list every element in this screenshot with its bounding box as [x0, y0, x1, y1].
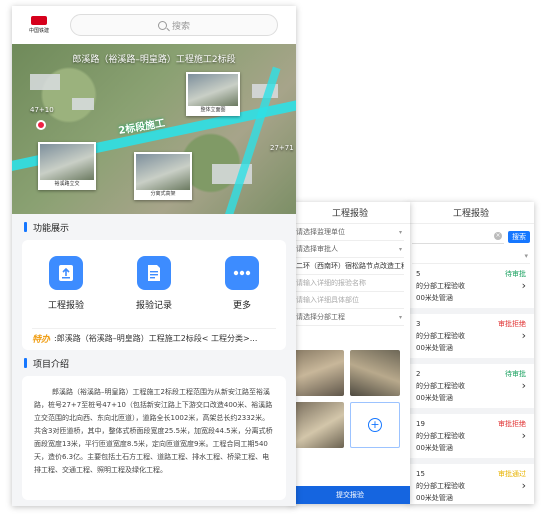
item-location: 00米处管涵 — [416, 294, 453, 302]
project-rendering-banner[interactable]: 郎溪路（裕溪路–明皇路）工程施工2标段 2标段施工 47+10 27+71 整体… — [12, 44, 296, 214]
submission-form-screen: 工程报验 请选择监理单位 ▾ 请选择审批人 ▾ 二环（西南环）宿松路节点改造工程 请输入详… — [290, 202, 410, 504]
form-field-text: 二环（西南环）宿松路节点改造工程 — [296, 262, 404, 270]
submit-button[interactable]: 提交报验 — [290, 486, 410, 504]
search-input[interactable]: 搜索 — [70, 14, 278, 36]
form-field-text: 请选择分部工程 — [296, 313, 345, 321]
home-screen: 中国铁建 搜索 郎溪路（裕溪路–明皇路）工程施工2标段 2标段施工 47+10 … — [12, 6, 296, 506]
chevron-right-icon: › — [521, 329, 526, 342]
chevron-down-icon: ▾ — [398, 245, 402, 253]
function-label: 工程报验 — [47, 301, 84, 311]
form-field[interactable]: 二环（西南环）宿松路节点改造工程 — [296, 258, 404, 275]
functions-title: 功能展示 — [33, 223, 70, 234]
function-more[interactable]: 更多 — [210, 256, 274, 311]
photo-grid: + — [294, 350, 404, 448]
list-search-bar: × 搜索 — [412, 228, 530, 246]
functions-section-header: 功能展示 — [12, 214, 296, 240]
document-icon — [137, 256, 171, 290]
form-field-text: 请选择监理单位 — [296, 228, 345, 236]
banner-title: 郎溪路（裕溪路–明皇路）工程施工2标段 — [72, 55, 236, 65]
form-field[interactable]: 请选择监理单位 ▾ — [296, 224, 404, 241]
item-title: 的分部工程验收 — [416, 482, 465, 490]
plus-icon: + — [368, 418, 382, 432]
record-list-screen: 工程报验 × 搜索 ▾ 5 的分部工程验收 00米处管涵 待审批 › 3 的分部工程验收 00… — [408, 202, 534, 504]
stake-left: 47+10 — [30, 106, 54, 114]
form-field-text: 请选择审批人 — [296, 245, 338, 253]
functions-card: 工程报验 报验记录 更多 特办 :郎溪路（裕溪路–明皇路）工程施工2标段< 工程… — [22, 240, 286, 350]
logo-mark — [31, 16, 47, 25]
function-label: 报验记录 — [135, 301, 172, 311]
chevron-right-icon: › — [521, 429, 526, 442]
list-title: 工程报验 — [408, 202, 534, 224]
list-item[interactable]: 2 的分部工程验收 00米处管涵 待审批 › — [408, 364, 534, 414]
list-search-input[interactable]: × — [412, 230, 504, 244]
thumbnail-caption: 分离式高架 — [150, 191, 176, 197]
form-field[interactable]: 请输入详细具体部位 — [296, 292, 404, 309]
clear-icon[interactable]: × — [494, 232, 502, 240]
search-icon — [157, 20, 167, 30]
intro-title: 项目介绍 — [33, 359, 70, 370]
list-search-button[interactable]: 搜索 — [508, 231, 530, 243]
form-field[interactable]: 请选择分部工程 ▾ — [296, 309, 404, 326]
thumbnail-card[interactable]: 分离式高架 — [134, 152, 192, 200]
item-title: 的分部工程验收 — [416, 382, 465, 390]
list-item[interactable]: 3 的分部工程验收 00米处管涵 审批拒绝 › — [408, 314, 534, 364]
intro-section-header: 项目介绍 — [12, 350, 296, 376]
search-placeholder: 搜索 — [171, 21, 190, 32]
thumbnail-caption: 整体立面图 — [200, 107, 226, 113]
item-location: 00米处管涵 — [416, 494, 453, 502]
item-title: 的分部工程验收 — [416, 282, 465, 290]
function-inspection-records[interactable]: 报验记录 — [122, 256, 186, 311]
item-location: 00米处管涵 — [416, 344, 453, 352]
form-title: 工程报验 — [290, 202, 410, 224]
site-photo[interactable] — [294, 402, 344, 448]
item-title: 的分部工程验收 — [416, 432, 465, 440]
form-field[interactable]: 请选择审批人 ▾ — [296, 241, 404, 258]
site-photo[interactable] — [294, 350, 344, 396]
project-intro-text: 郎溪路（裕溪路–明皇路）工程施工2标段工程范围为从新安江路至裕溪路，桩号27+7… — [22, 376, 286, 500]
notice-tag: 特办 — [32, 335, 51, 344]
more-icon — [225, 256, 259, 290]
form-field[interactable]: 请输入详细的报验名称 — [296, 275, 404, 292]
list-item[interactable]: 15 的分部工程验收 00米处管涵 审批通过 › — [408, 464, 534, 504]
site-photo[interactable] — [350, 350, 400, 396]
chevron-down-icon: ▾ — [398, 228, 402, 236]
item-location: 00米处管涵 — [416, 444, 453, 452]
function-label: 更多 — [232, 301, 251, 311]
thumbnail-card[interactable]: 整体立面图 — [186, 72, 240, 116]
chevron-down-icon: ▾ — [398, 313, 402, 321]
stake-right: 27+71 — [270, 144, 294, 152]
add-photo-button[interactable]: + — [350, 402, 400, 448]
chevron-right-icon: › — [521, 279, 526, 292]
top-bar: 中国铁建 搜索 — [12, 6, 296, 44]
chevron-down-icon: ▾ — [524, 252, 528, 260]
thumbnail-caption: 裕溪路立交 — [54, 181, 80, 187]
logo-text: 中国铁建 — [28, 28, 49, 34]
company-logo: 中国铁建 — [22, 16, 56, 34]
notice-text: :郎溪路（裕溪路–明皇路）工程施工2标段< 工程分类>... — [54, 334, 258, 343]
form-field-text: 请输入详细的报验名称 — [296, 279, 366, 287]
function-inspection-submit[interactable]: 工程报验 — [34, 256, 98, 311]
form-field-text: 请输入详细具体部位 — [296, 296, 359, 304]
list-item[interactable]: 19 的分部工程验收 00米处管涵 审批拒绝 › — [408, 414, 534, 464]
start-marker — [36, 120, 46, 130]
chevron-right-icon: › — [521, 479, 526, 492]
upload-doc-icon — [49, 256, 83, 290]
thumbnail-card[interactable]: 裕溪路立交 — [38, 142, 96, 190]
chevron-right-icon: › — [521, 379, 526, 392]
notice-ticker[interactable]: 特办 :郎溪路（裕溪路–明皇路）工程施工2标段< 工程分类>... — [32, 328, 276, 344]
list-filter-dropdown[interactable]: ▾ — [412, 250, 530, 264]
item-location: 00米处管涵 — [416, 394, 453, 402]
item-title: 的分部工程验收 — [416, 332, 465, 340]
list-item[interactable]: 5 的分部工程验收 00米处管涵 待审批 › — [408, 264, 534, 314]
